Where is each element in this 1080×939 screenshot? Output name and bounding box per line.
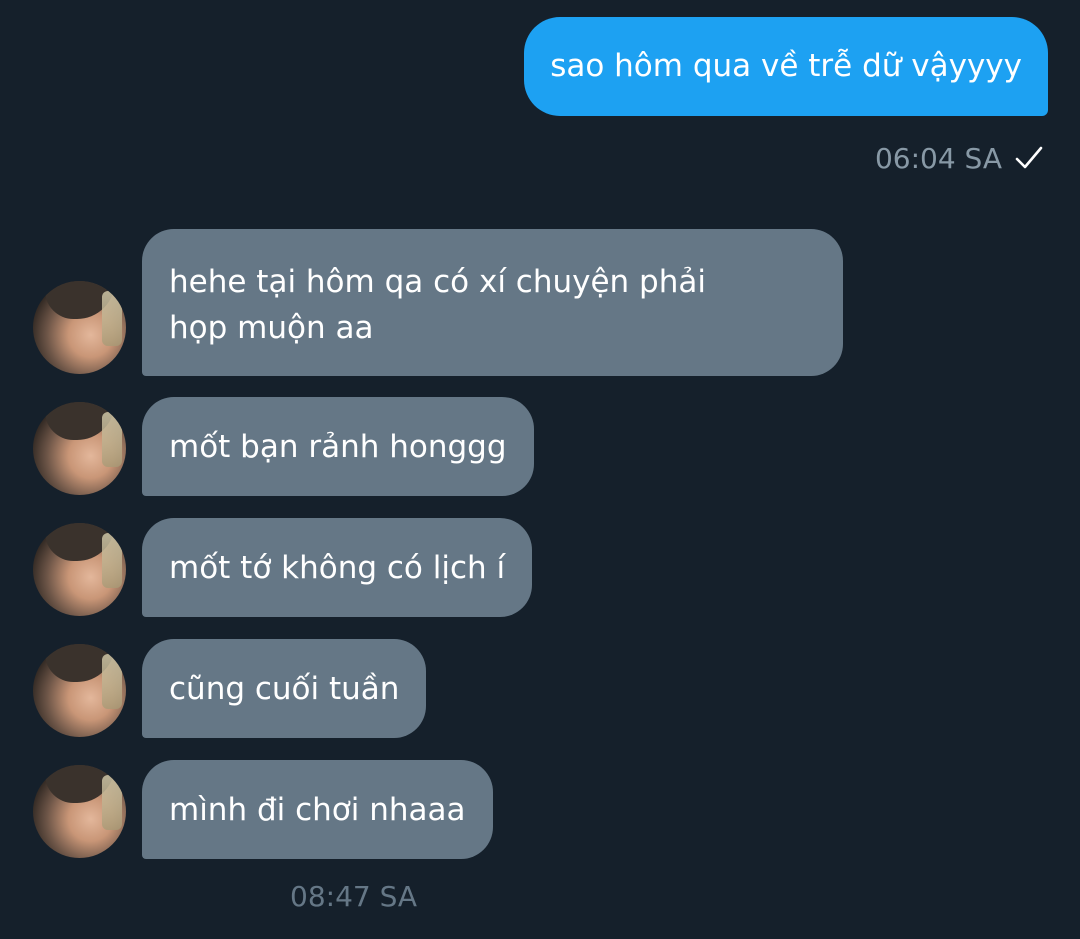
outgoing-message-meta: 06:04 SA [875, 138, 1044, 178]
check-icon [1014, 144, 1044, 172]
avatar[interactable] [33, 765, 126, 858]
avatar[interactable] [33, 523, 126, 616]
avatar[interactable] [33, 402, 126, 495]
incoming-message-bubble[interactable]: hehe tại hôm qa có xí chuyện phải họp mu… [142, 229, 843, 376]
incoming-message-text: hehe tại hôm qa có xí chuyện phải họp mu… [169, 263, 706, 346]
incoming-message-bubble[interactable]: mốt tớ không có lịch í [142, 518, 533, 617]
incoming-message-text: mốt tớ không có lịch í [169, 549, 506, 586]
incoming-message-text: mốt bạn rảnh honggg [169, 428, 507, 465]
avatar[interactable] [33, 644, 126, 737]
incoming-message-text: mình đi chơi nhaaa [169, 791, 466, 828]
incoming-message-text: cũng cuối tuần [169, 670, 400, 707]
conversation-view: sao hôm qua về trễ dữ vậyyyy 06:04 SA he… [0, 0, 1080, 939]
incoming-message-bubble[interactable]: mình đi chơi nhaaa [142, 760, 493, 859]
incoming-message-time: 08:47 SA [290, 880, 418, 913]
outgoing-message-time: 06:04 SA [874, 141, 1002, 175]
outgoing-message-bubble[interactable]: sao hôm qua về trễ dữ vậyyyy [524, 17, 1048, 116]
avatar[interactable] [33, 281, 126, 374]
incoming-message-bubble[interactable]: cũng cuối tuần [142, 639, 427, 738]
incoming-message-bubble[interactable]: mốt bạn rảnh honggg [142, 397, 534, 496]
